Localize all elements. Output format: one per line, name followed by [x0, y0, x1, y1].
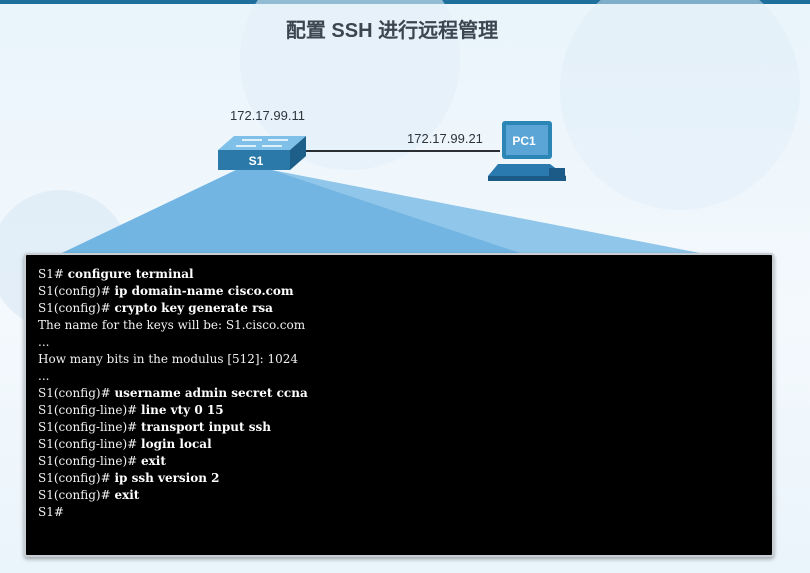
terminal-command: exit: [114, 488, 140, 502]
cli-terminal: S1# configure terminal S1(config)# ip do…: [24, 253, 774, 557]
terminal-line: ...: [38, 334, 772, 351]
terminal-line: S1(config)# ip domain-name cisco.com: [38, 283, 772, 300]
terminal-output: How many bits in the modulus [512]: 1024: [38, 352, 299, 366]
terminal-line: S1(config-line)# line vty 0 15: [38, 402, 772, 419]
terminal-prompt: S1(config)#: [38, 284, 115, 298]
terminal-prompt: S1(config)#: [38, 386, 115, 400]
pc-ip-label: 172.17.99.21: [407, 131, 483, 146]
terminal-line: S1(config)# ip ssh version 2: [38, 470, 772, 487]
terminal-output: The name for the keys will be: S1.cisco.…: [38, 318, 306, 332]
terminal-line: How many bits in the modulus [512]: 1024: [38, 351, 772, 368]
terminal-prompt: S1#: [38, 505, 64, 519]
terminal-line: S1(config-line)# transport input ssh: [38, 419, 772, 436]
terminal-prompt: S1(config-line)#: [38, 437, 142, 451]
terminal-line: S1# configure terminal: [38, 266, 772, 283]
terminal-command: configure terminal: [67, 267, 194, 281]
switch-label: S1: [249, 154, 264, 168]
terminal-line: S1(config)# username admin secret ccna: [38, 385, 772, 402]
terminal-prompt: S1(config)#: [38, 488, 115, 502]
terminal-command: exit: [141, 454, 166, 468]
terminal-command: login local: [141, 437, 212, 451]
terminal-command: ip domain-name cisco.com: [114, 284, 294, 298]
switch-icon: S1: [218, 136, 306, 170]
terminal-prompt: S1(config-line)#: [38, 454, 142, 468]
terminal-line: S1(config-line)# login local: [38, 436, 772, 453]
pc-label: PC1: [512, 134, 536, 148]
terminal-prompt: S1#: [38, 267, 68, 281]
terminal-prompt: S1(config-line)#: [38, 403, 142, 417]
terminal-prompt: S1(config)#: [38, 471, 115, 485]
terminal-line: S1(config-line)# exit: [38, 453, 772, 470]
terminal-prompt: S1(config-line)#: [38, 420, 142, 434]
terminal-command: username admin secret ccna: [114, 386, 308, 400]
terminal-output: ...: [38, 369, 50, 383]
terminal-command: transport input ssh: [141, 420, 271, 434]
terminal-output: ...: [38, 335, 50, 349]
terminal-line: S1#: [38, 504, 772, 521]
terminal-line: The name for the keys will be: S1.cisco.…: [38, 317, 772, 334]
terminal-line: S1(config)# exit: [38, 487, 772, 504]
terminal-prompt: S1(config)#: [38, 301, 115, 315]
switch-ip-label: 172.17.99.11: [230, 108, 305, 123]
terminal-line: S1(config)# crypto key generate rsa: [38, 300, 772, 317]
terminal-command: line vty 0 15: [141, 403, 224, 417]
terminal-line: ...: [38, 368, 772, 385]
terminal-command: ip ssh version 2: [114, 471, 220, 485]
terminal-command: crypto key generate rsa: [114, 301, 273, 315]
